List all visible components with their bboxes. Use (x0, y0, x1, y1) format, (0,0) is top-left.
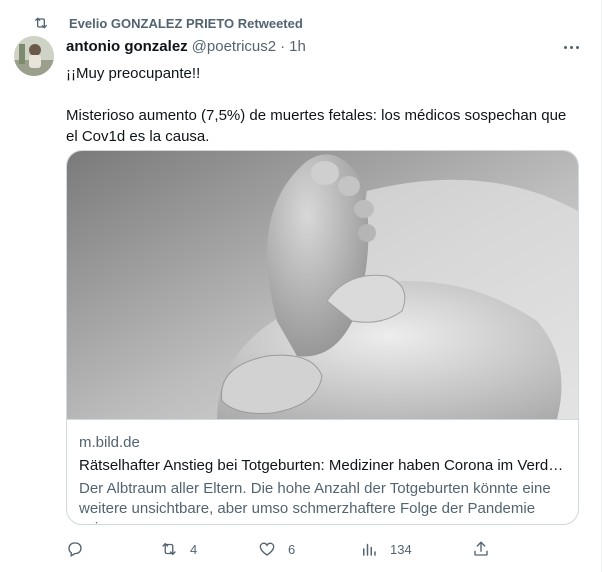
card-title[interactable]: Rätselhafter Anstieg bei Totgeburten: Me… (79, 457, 569, 474)
like-button[interactable]: 6 (258, 540, 295, 558)
card-domain: m.bild.de (79, 434, 140, 451)
share-icon (474, 541, 488, 556)
separator-dot: · (280, 38, 286, 55)
like-count: 6 (288, 541, 296, 557)
views-icon (363, 543, 376, 556)
link-card[interactable]: m.bild.de Rätselhafter Anstieg bei Totge… (66, 150, 579, 525)
tweet[interactable]: Evelio GONZALEZ PRIETO Retweeted antonio… (0, 0, 602, 572)
card-description: Der Albtraum aller Eltern. Die hohe Anza… (79, 480, 551, 524)
avatar[interactable] (14, 36, 54, 76)
author-name[interactable]: antonio gonzalez (66, 38, 188, 55)
retweet-icon (35, 17, 47, 29)
share-button[interactable] (472, 540, 490, 558)
tweet-text-line1: ¡¡Muy preocupante!! (66, 65, 201, 82)
retweet-banner: Evelio GONZALEZ PRIETO Retweeted (33, 13, 303, 33)
tweet-header: antonio gonzalez @poetricus2 · 1h (66, 38, 306, 55)
heart-icon (259, 542, 275, 556)
tweet-text: ¡¡Muy preocupante!! Misterioso aumento (… (66, 63, 571, 147)
retweet-button[interactable]: 4 (160, 540, 197, 558)
tweet-text-line2: Misterioso aumento (7,5%) de muertes fet… (66, 107, 571, 145)
reply-button[interactable] (66, 540, 96, 558)
action-bar: 4 6 134 (66, 540, 496, 562)
views-button[interactable]: 134 (360, 540, 412, 558)
retweet-banner-text[interactable]: Evelio GONZALEZ PRIETO Retweeted (69, 16, 303, 31)
reply-icon (68, 542, 82, 557)
retweet-count: 4 (190, 541, 198, 557)
card-image[interactable] (67, 151, 578, 420)
author-handle[interactable]: @poetricus2 (192, 38, 276, 55)
more-icon[interactable] (560, 38, 582, 56)
retweet-icon (162, 543, 176, 555)
view-count: 134 (390, 541, 412, 557)
timestamp[interactable]: 1h (289, 38, 306, 55)
